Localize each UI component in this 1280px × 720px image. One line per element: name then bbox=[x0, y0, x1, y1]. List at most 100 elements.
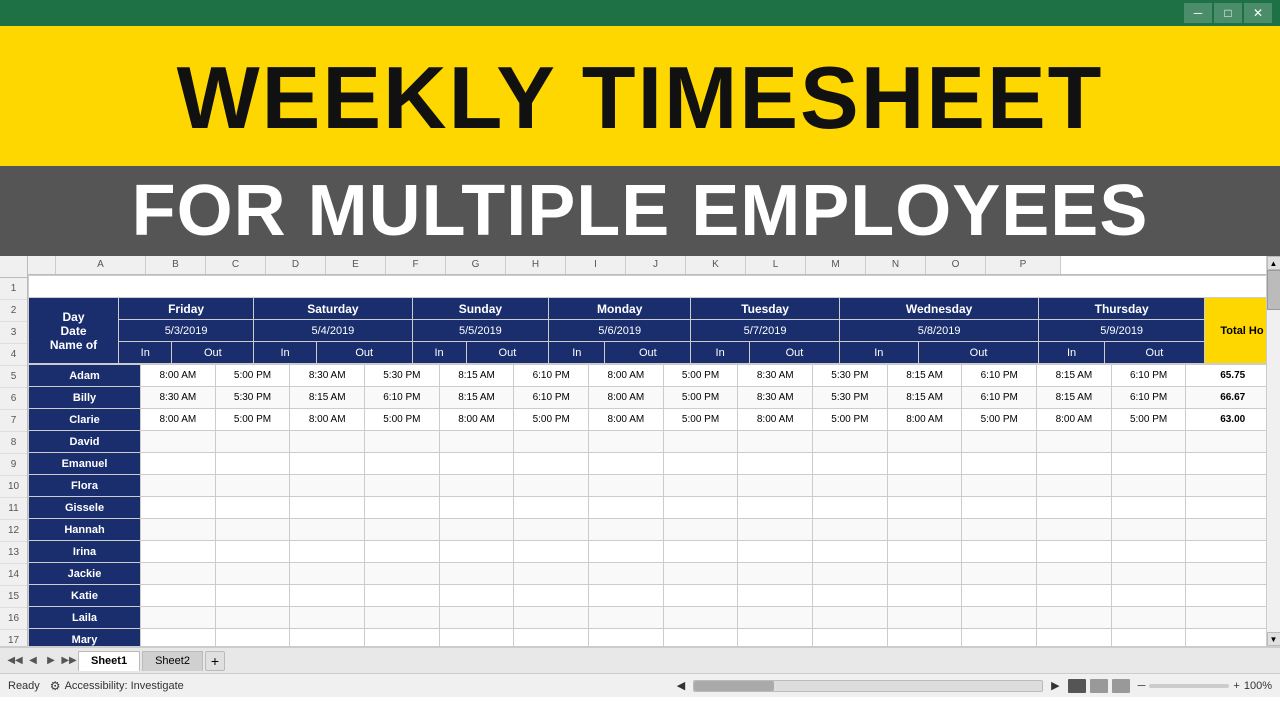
time-out-cell[interactable] bbox=[663, 519, 738, 541]
time-out-cell[interactable]: 5:00 PM bbox=[1111, 409, 1186, 431]
minimize-button[interactable]: ─ bbox=[1184, 3, 1212, 23]
time-in-cell[interactable] bbox=[738, 519, 813, 541]
time-out-cell[interactable] bbox=[813, 519, 888, 541]
time-out-cell[interactable] bbox=[215, 519, 290, 541]
time-in-cell[interactable] bbox=[290, 431, 365, 453]
time-out-cell[interactable]: 5:30 PM bbox=[813, 387, 888, 409]
time-out-cell[interactable]: 5:00 PM bbox=[962, 409, 1037, 431]
time-in-cell[interactable] bbox=[589, 563, 664, 585]
time-in-cell[interactable] bbox=[439, 519, 514, 541]
time-out-cell[interactable] bbox=[1111, 431, 1186, 453]
time-out-cell[interactable] bbox=[365, 607, 440, 629]
time-out-cell[interactable] bbox=[663, 475, 738, 497]
time-out-cell[interactable] bbox=[215, 607, 290, 629]
time-out-cell[interactable] bbox=[365, 519, 440, 541]
time-out-cell[interactable] bbox=[514, 541, 589, 563]
time-out-cell[interactable]: 6:10 PM bbox=[962, 365, 1037, 387]
time-in-cell[interactable]: 8:00 AM bbox=[439, 409, 514, 431]
time-in-cell[interactable]: 8:30 AM bbox=[290, 365, 365, 387]
time-in-cell[interactable]: 8:30 AM bbox=[738, 365, 813, 387]
normal-view-icon[interactable] bbox=[1068, 679, 1086, 693]
time-out-cell[interactable] bbox=[365, 475, 440, 497]
time-in-cell[interactable] bbox=[887, 585, 962, 607]
time-out-cell[interactable] bbox=[813, 541, 888, 563]
time-out-cell[interactable] bbox=[514, 607, 589, 629]
time-out-cell[interactable] bbox=[1111, 475, 1186, 497]
time-out-cell[interactable] bbox=[365, 431, 440, 453]
time-out-cell[interactable] bbox=[1111, 519, 1186, 541]
zoom-slider[interactable] bbox=[1149, 684, 1229, 688]
time-in-cell[interactable] bbox=[887, 431, 962, 453]
time-in-cell[interactable]: 8:00 AM bbox=[887, 409, 962, 431]
time-out-cell[interactable] bbox=[365, 563, 440, 585]
time-out-cell[interactable] bbox=[215, 475, 290, 497]
time-in-cell[interactable] bbox=[1037, 607, 1112, 629]
time-in-cell[interactable] bbox=[141, 585, 216, 607]
time-in-cell[interactable]: 8:15 AM bbox=[439, 387, 514, 409]
time-out-cell[interactable] bbox=[215, 563, 290, 585]
time-out-cell[interactable] bbox=[663, 585, 738, 607]
time-in-cell[interactable] bbox=[290, 453, 365, 475]
zoom-in-btn[interactable]: + bbox=[1233, 680, 1239, 692]
time-in-cell[interactable]: 8:15 AM bbox=[887, 365, 962, 387]
page-layout-icon[interactable] bbox=[1090, 679, 1108, 693]
time-in-cell[interactable] bbox=[290, 519, 365, 541]
time-in-cell[interactable] bbox=[887, 475, 962, 497]
sheet-nav-next[interactable]: ▶ bbox=[44, 654, 58, 668]
time-in-cell[interactable]: 8:30 AM bbox=[141, 387, 216, 409]
sheet-nav-last[interactable]: ▶▶ bbox=[62, 654, 76, 668]
time-in-cell[interactable]: 8:15 AM bbox=[439, 365, 514, 387]
time-in-cell[interactable] bbox=[589, 453, 664, 475]
time-in-cell[interactable] bbox=[1037, 475, 1112, 497]
time-in-cell[interactable] bbox=[439, 431, 514, 453]
time-out-cell[interactable]: 5:30 PM bbox=[215, 387, 290, 409]
time-in-cell[interactable] bbox=[1037, 431, 1112, 453]
time-in-cell[interactable] bbox=[141, 607, 216, 629]
time-in-cell[interactable] bbox=[439, 475, 514, 497]
add-sheet-button[interactable]: + bbox=[205, 651, 225, 671]
time-in-cell[interactable] bbox=[738, 475, 813, 497]
scroll-right-btn[interactable]: ▶ bbox=[1051, 679, 1059, 692]
time-in-cell[interactable] bbox=[439, 497, 514, 519]
time-out-cell[interactable] bbox=[514, 563, 589, 585]
time-in-cell[interactable] bbox=[887, 497, 962, 519]
time-in-cell[interactable] bbox=[141, 519, 216, 541]
time-in-cell[interactable] bbox=[738, 541, 813, 563]
time-in-cell[interactable] bbox=[1037, 497, 1112, 519]
time-out-cell[interactable] bbox=[215, 497, 290, 519]
time-out-cell[interactable] bbox=[962, 541, 1037, 563]
time-in-cell[interactable]: 8:00 AM bbox=[141, 409, 216, 431]
time-in-cell[interactable]: 8:15 AM bbox=[1037, 365, 1112, 387]
time-out-cell[interactable] bbox=[514, 475, 589, 497]
time-out-cell[interactable] bbox=[813, 497, 888, 519]
close-button[interactable]: ✕ bbox=[1244, 3, 1272, 23]
time-in-cell[interactable]: 8:30 AM bbox=[738, 387, 813, 409]
time-out-cell[interactable] bbox=[663, 497, 738, 519]
sheet-nav-prev[interactable]: ◀ bbox=[26, 654, 40, 668]
time-in-cell[interactable] bbox=[738, 497, 813, 519]
time-in-cell[interactable] bbox=[589, 585, 664, 607]
time-in-cell[interactable]: 8:00 AM bbox=[141, 365, 216, 387]
time-out-cell[interactable] bbox=[514, 431, 589, 453]
time-out-cell[interactable] bbox=[813, 453, 888, 475]
time-in-cell[interactable] bbox=[738, 453, 813, 475]
time-out-cell[interactable] bbox=[514, 585, 589, 607]
time-out-cell[interactable]: 6:10 PM bbox=[514, 387, 589, 409]
time-in-cell[interactable] bbox=[439, 585, 514, 607]
time-out-cell[interactable] bbox=[663, 541, 738, 563]
time-in-cell[interactable] bbox=[589, 431, 664, 453]
time-out-cell[interactable] bbox=[962, 497, 1037, 519]
time-out-cell[interactable]: 6:10 PM bbox=[514, 365, 589, 387]
time-in-cell[interactable]: 8:00 AM bbox=[1037, 409, 1112, 431]
time-out-cell[interactable]: 6:10 PM bbox=[365, 387, 440, 409]
time-out-cell[interactable]: 6:10 PM bbox=[1111, 365, 1186, 387]
time-in-cell[interactable] bbox=[1037, 519, 1112, 541]
time-out-cell[interactable] bbox=[962, 563, 1037, 585]
time-in-cell[interactable] bbox=[738, 431, 813, 453]
time-out-cell[interactable] bbox=[813, 607, 888, 629]
time-in-cell[interactable] bbox=[439, 563, 514, 585]
time-out-cell[interactable] bbox=[962, 453, 1037, 475]
time-out-cell[interactable] bbox=[1111, 541, 1186, 563]
time-out-cell[interactable] bbox=[962, 475, 1037, 497]
time-in-cell[interactable]: 8:00 AM bbox=[589, 365, 664, 387]
